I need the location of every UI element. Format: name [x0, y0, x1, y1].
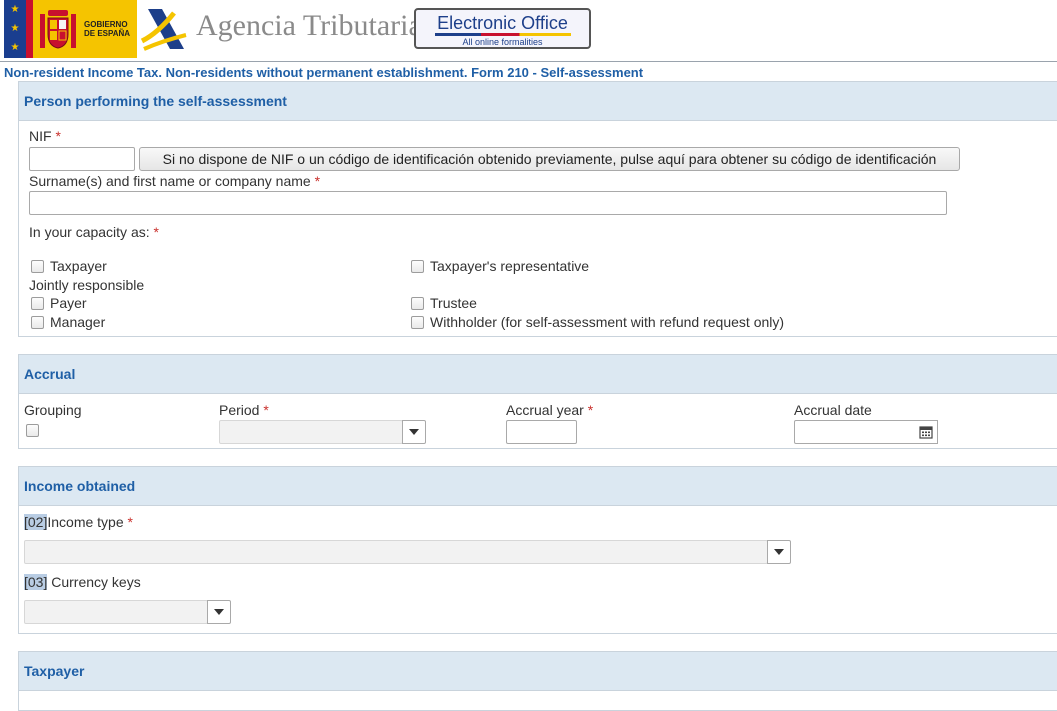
agencia-tributaria-logo-icon[interactable] — [140, 5, 192, 51]
income-type-select[interactable] — [24, 540, 768, 564]
nif-label: NIF * — [29, 128, 61, 144]
chevron-down-icon[interactable] — [767, 540, 791, 564]
manager-label: Manager — [50, 314, 106, 330]
gov-text-line2: DE ESPAÑA — [84, 29, 131, 38]
eoffice-color-bar — [434, 33, 571, 36]
income-type-label-text: Income type — [47, 514, 124, 530]
representative-label: Taxpayer's representative — [430, 258, 590, 274]
payer-checkbox[interactable] — [31, 297, 44, 310]
nif-label-text: NIF — [29, 128, 52, 144]
accrual-year-input[interactable] — [506, 420, 577, 444]
site-header: ★ ★ ★ GOBIERNO DE ESPAÑA Agencia Tributari… — [0, 0, 1057, 62]
taxpayer-panel-title: Taxpayer — [19, 652, 1057, 691]
taxpayer-panel: Taxpayer — [18, 651, 1057, 711]
income-type-code: [02] — [24, 514, 48, 530]
grouping-checkbox[interactable] — [26, 424, 39, 437]
nif-input[interactable] — [29, 147, 135, 171]
name-input[interactable] — [29, 191, 947, 215]
currency-select[interactable] — [24, 600, 208, 624]
gobierno-de-espana-logo[interactable]: ★ ★ ★ GOBIERNO DE ESPAÑA — [4, 0, 137, 58]
calendar-icon — [918, 426, 933, 439]
accrual-date-input[interactable] — [794, 420, 915, 444]
name-label: Surname(s) and first name or company nam… — [29, 173, 320, 189]
trustee-label: Trustee — [430, 295, 477, 311]
gov-text-line1: GOBIERNO — [84, 20, 128, 29]
accrual-panel: Accrual Grouping Period * Accrual year *… — [18, 354, 1057, 449]
required-marker: * — [55, 128, 61, 144]
required-marker: * — [314, 173, 321, 189]
currency-code: [03] — [24, 574, 48, 590]
manager-checkbox[interactable] — [31, 316, 44, 329]
income-type-label: [02]Income type * — [24, 514, 133, 530]
calendar-button[interactable] — [914, 420, 938, 444]
jointly-responsible-label: Jointly responsible — [29, 277, 145, 293]
currency-label-text: Currency keys — [47, 574, 141, 590]
accrual-year-label: Accrual year * — [506, 402, 593, 418]
accrual-panel-title: Accrual — [19, 355, 1057, 394]
income-panel: Income obtained [02]Income type * [03] C… — [18, 466, 1057, 634]
payer-label: Payer — [50, 295, 87, 311]
coat-of-arms-icon — [40, 10, 76, 49]
electronic-office-link[interactable]: Electronic Office All online formalities — [414, 8, 591, 49]
required-marker: * — [127, 514, 133, 530]
accrual-year-label-text: Accrual year — [506, 402, 584, 418]
currency-keys-label: [03] Currency keys — [24, 574, 141, 590]
eu-flag-strip: ★ ★ ★ — [4, 0, 33, 58]
withholder-label: Withholder (for self-assessment with ref… — [430, 314, 785, 330]
header-divider — [0, 61, 1057, 62]
obtain-identification-code-button[interactable]: Si no dispone de NIF o un código de iden… — [139, 147, 960, 171]
taxpayer-label: Taxpayer — [50, 258, 107, 274]
person-panel: Person performing the self-assessment NI… — [18, 81, 1057, 337]
required-marker: * — [153, 224, 159, 240]
person-panel-title: Person performing the self-assessment — [19, 82, 1057, 121]
page-title: Non-resident Income Tax. Non-residents w… — [4, 65, 644, 80]
capacity-label: In your capacity as: * — [29, 224, 159, 240]
gov-text: GOBIERNO DE ESPAÑA — [84, 20, 130, 38]
accrual-date-label: Accrual date — [794, 402, 872, 418]
period-label-text: Period — [219, 402, 260, 418]
eoffice-title: Electronic Office — [437, 13, 568, 33]
representative-checkbox[interactable] — [411, 260, 424, 273]
withholder-checkbox[interactable] — [411, 316, 424, 329]
name-label-text: Surname(s) and first name or company nam… — [29, 173, 311, 189]
required-marker: * — [263, 402, 269, 418]
trustee-checkbox[interactable] — [411, 297, 424, 310]
agency-name[interactable]: Agencia Tributaria — [196, 9, 422, 43]
chevron-down-icon[interactable] — [207, 600, 231, 624]
eoffice-subtitle: All online formalities — [462, 37, 543, 47]
grouping-label: Grouping — [24, 402, 82, 418]
capacity-label-text: In your capacity as: — [29, 224, 150, 240]
taxpayer-checkbox[interactable] — [31, 260, 44, 273]
required-marker: * — [587, 402, 594, 418]
chevron-down-icon[interactable] — [402, 420, 426, 444]
income-panel-title: Income obtained — [19, 467, 1057, 506]
period-select[interactable] — [219, 420, 403, 444]
period-label: Period * — [219, 402, 269, 418]
